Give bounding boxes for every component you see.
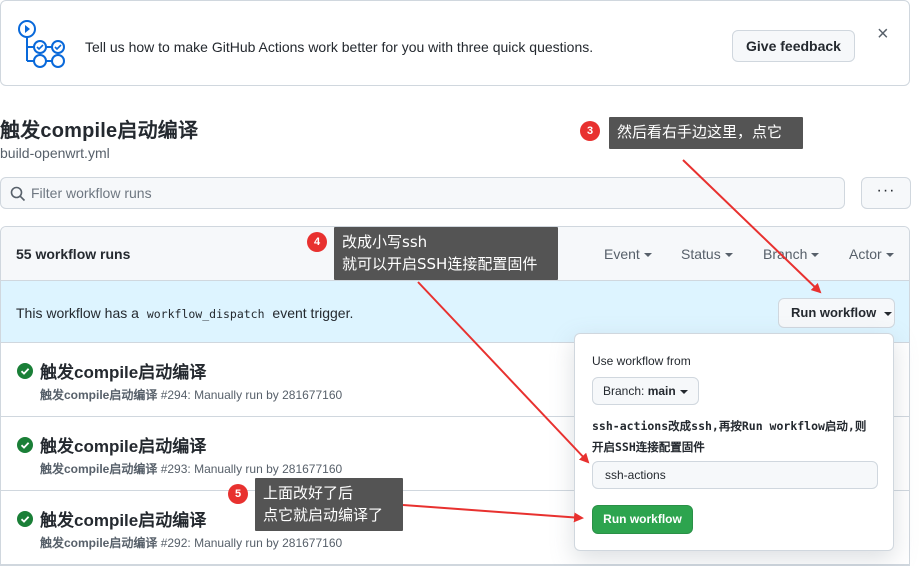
run-title[interactable]: 触发compile启动编译: [40, 432, 206, 457]
run-workflow-name: 触发compile启动编译: [40, 388, 158, 402]
filter-box: [0, 177, 845, 209]
actor-filter-menu[interactable]: Actor: [849, 246, 894, 262]
actions-illustration-icon: [18, 20, 65, 68]
run-workflow-panel: Use workflow from Branch: main ssh-actio…: [574, 333, 894, 551]
annotation-3-line1: 然后看右手边这里，点它: [617, 123, 783, 141]
caret-down-icon: [679, 389, 688, 394]
run-workflow-label: Run workflow: [791, 305, 877, 320]
branch-prefix: Branch:: [603, 384, 645, 398]
event-filter-label: Event: [604, 246, 640, 262]
run-detail: #292: Manually run by 281677160: [160, 536, 343, 550]
run-workflow-name: 触发compile启动编译: [40, 462, 158, 476]
annotation-number-3: 3: [580, 121, 600, 141]
caret-down-icon: [724, 253, 733, 258]
branch-value: main: [647, 384, 676, 398]
dispatch-text: This workflow has a workflow_dispatch ev…: [16, 305, 353, 321]
run-meta: 触发compile启动编译 #292: Manually run by 2816…: [40, 534, 342, 551]
check-circle-icon: [17, 511, 33, 527]
annotation-number-4: 4: [307, 232, 327, 252]
filter-runs-input[interactable]: [31, 178, 831, 208]
run-workflow-submit-button[interactable]: Run workflow: [592, 505, 693, 534]
branch-filter-label: Branch: [763, 246, 808, 262]
runs-count: 55 workflow runs: [16, 246, 131, 262]
caret-down-icon: [884, 311, 893, 316]
run-meta: 触发compile启动编译 #293: Manually run by 2816…: [40, 460, 342, 477]
status-filter-label: Status: [681, 246, 721, 262]
status-filter-menu[interactable]: Status: [681, 246, 733, 262]
input-label-line1: ssh-actions改成ssh,再按Run workflow启动,则: [592, 419, 867, 433]
dispatch-prefix: This workflow has a: [16, 305, 139, 321]
dispatch-code: workflow_dispatch: [146, 307, 265, 321]
caret-down-icon: [811, 253, 820, 258]
annotation-4-line1: 改成小写ssh: [342, 233, 428, 251]
run-meta: 触发compile启动编译 #294: Manually run by 2816…: [40, 386, 342, 403]
actor-filter-label: Actor: [849, 246, 882, 262]
branch-select-button[interactable]: Branch: main: [592, 377, 699, 405]
annotation-note-3: 然后看右手边这里，点它: [609, 117, 803, 149]
feedback-banner: Tell us how to make GitHub Actions work …: [0, 0, 910, 86]
check-circle-icon: [17, 363, 33, 379]
annotation-4-line2: 就可以开启SSH连接配置固件: [342, 255, 538, 273]
branch-filter-menu[interactable]: Branch: [763, 246, 820, 262]
annotation-number-5: 5: [228, 484, 248, 504]
dispatch-suffix: event trigger.: [272, 305, 354, 321]
run-title[interactable]: 触发compile启动编译: [40, 358, 206, 383]
event-filter-menu[interactable]: Event: [604, 246, 652, 262]
more-options-button[interactable]: ···: [861, 177, 911, 209]
run-detail: #293: Manually run by 281677160: [160, 462, 343, 476]
run-workflow-dropdown-button[interactable]: Run workflow: [778, 298, 895, 328]
run-workflow-name: 触发compile启动编译: [40, 536, 158, 550]
input-label-line2: 开启SSH连接配置固件: [592, 440, 705, 454]
input-label: ssh-actions改成ssh,再按Run workflow启动,则 开启SS…: [592, 416, 882, 458]
give-feedback-button[interactable]: Give feedback: [732, 30, 855, 62]
check-circle-icon: [17, 437, 33, 453]
annotation-5-line2: 点它就启动编译了: [263, 506, 384, 524]
annotation-5-line1: 上面改好了后: [263, 484, 354, 502]
caret-down-icon: [885, 253, 894, 258]
page-title: 触发compile启动编译: [0, 120, 199, 142]
use-workflow-from-label: Use workflow from: [592, 354, 691, 368]
run-title[interactable]: 触发compile启动编译: [40, 506, 206, 531]
close-icon[interactable]: ×: [877, 23, 889, 46]
search-icon: [10, 186, 26, 202]
feedback-message: Tell us how to make GitHub Actions work …: [85, 39, 594, 55]
workflow-filename[interactable]: build-openwrt.yml: [0, 145, 110, 161]
caret-down-icon: [643, 253, 652, 258]
annotation-note-5: 上面改好了后 点它就启动编译了: [255, 478, 403, 531]
annotation-note-4: 改成小写ssh 就可以开启SSH连接配置固件: [334, 227, 558, 280]
ssh-actions-input[interactable]: [592, 461, 878, 489]
run-detail: #294: Manually run by 281677160: [160, 388, 343, 402]
